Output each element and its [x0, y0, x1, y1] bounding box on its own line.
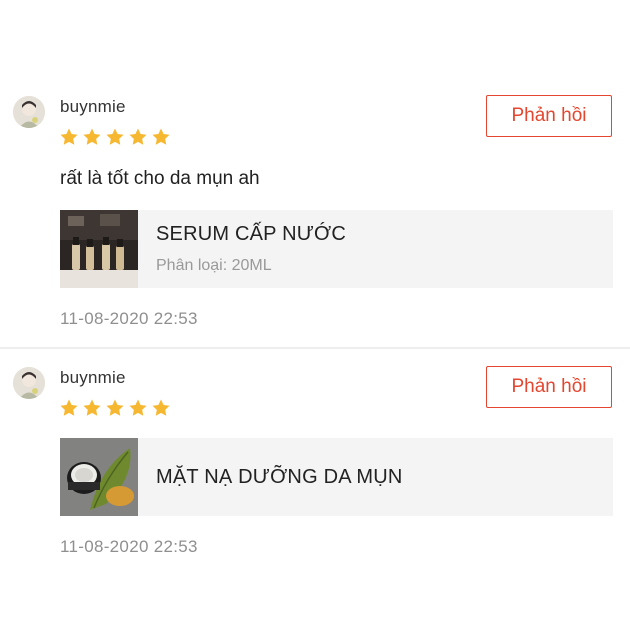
product-card[interactable]: MẶT NẠ DƯỠNG DA MỤN	[60, 438, 613, 516]
reply-button[interactable]: Phản hồi	[486, 366, 612, 408]
product-thumbnail	[60, 210, 138, 288]
product-name: SERUM CẤP NƯỚC	[156, 223, 347, 245]
star-icon	[152, 128, 170, 145]
star-icon	[60, 399, 78, 416]
user-avatar[interactable]	[13, 367, 45, 399]
star-icon	[129, 128, 147, 145]
review-timestamp: 11-08-2020 22:53	[60, 537, 198, 556]
product-name: MẶT NẠ DƯỠNG DA MỤN	[156, 466, 403, 488]
reply-button[interactable]: Phản hồi	[486, 95, 612, 137]
product-variation: Phân loại: 20ML	[156, 257, 272, 274]
username[interactable]: buynmie	[60, 368, 126, 388]
star-rating	[59, 127, 171, 147]
star-icon	[83, 128, 101, 145]
username[interactable]: buynmie	[60, 97, 126, 117]
star-icon	[152, 399, 170, 416]
product-card[interactable]: SERUM CẤP NƯỚC Phân loại: 20ML	[60, 210, 613, 288]
review-timestamp: 11-08-2020 22:53	[60, 309, 198, 328]
product-thumbnail	[60, 438, 138, 516]
star-rating	[59, 398, 171, 418]
star-icon	[106, 128, 124, 145]
review-comment: rất là tốt cho da mụn ah	[60, 168, 260, 189]
review-item: buynmie Phản hồi MẶT NẠ DƯỠNG DA MỤN 11-…	[0, 349, 630, 630]
user-avatar[interactable]	[13, 96, 45, 128]
star-icon	[60, 128, 78, 145]
star-icon	[83, 399, 101, 416]
review-item: buynmie Phản hồi rất là tốt cho da mụn a…	[0, 78, 630, 348]
star-icon	[106, 399, 124, 416]
star-icon	[129, 399, 147, 416]
